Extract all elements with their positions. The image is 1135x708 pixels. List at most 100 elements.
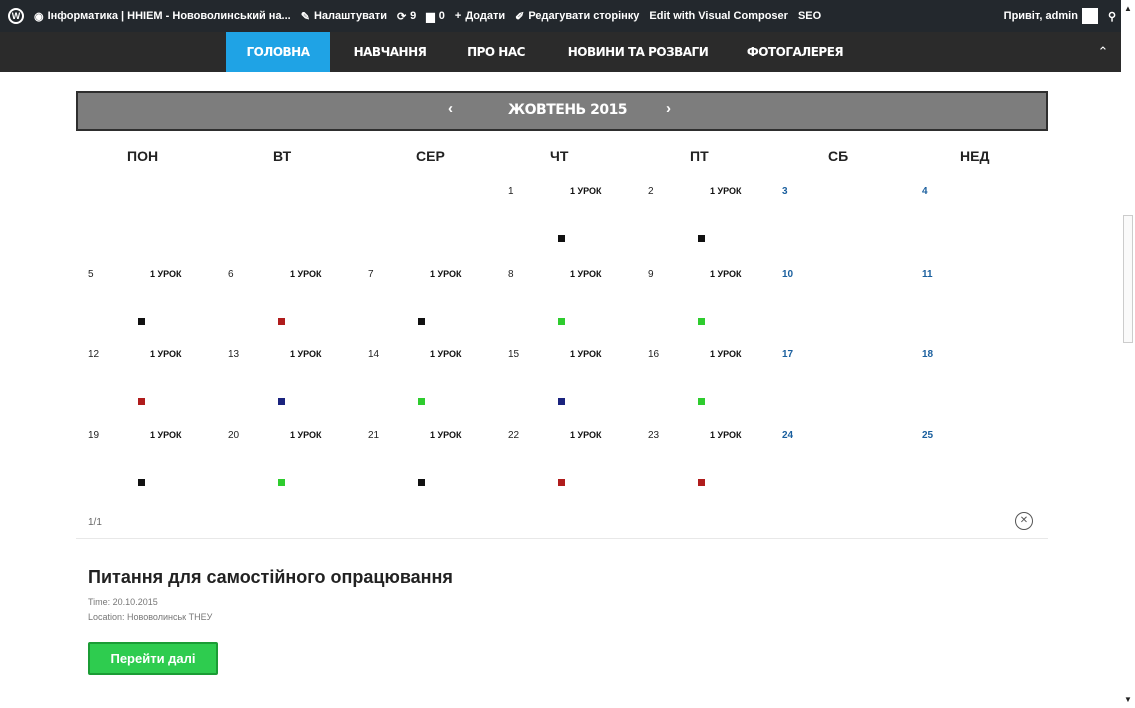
calendar-day-8[interactable]: 8 (508, 269, 514, 280)
updates-count: 9 (410, 10, 417, 22)
nav-item-about[interactable]: ПРО НАС (456, 32, 536, 72)
lesson-label[interactable]: 1 УРОК (570, 349, 601, 359)
event-marker-red[interactable] (278, 318, 285, 325)
calendar-day-6[interactable]: 6 (228, 269, 234, 280)
lesson-label[interactable]: 1 УРОК (290, 269, 321, 279)
updates-link[interactable]: ⟳ 9 (392, 0, 421, 32)
scrollbar-thumb[interactable] (1123, 215, 1133, 343)
calendar-day-17[interactable]: 17 (782, 349, 793, 360)
lesson-label[interactable]: 1 УРОК (290, 430, 321, 440)
lesson-label[interactable]: 1 УРОК (710, 349, 741, 359)
calendar-day-10[interactable]: 10 (782, 269, 793, 280)
lesson-label[interactable]: 1 УРОК (570, 430, 601, 440)
calendar-day-16[interactable]: 16 (648, 349, 659, 360)
calendar-day-2[interactable]: 2 (648, 186, 654, 197)
weekday-sun: НЕД (960, 148, 990, 164)
event-marker-black[interactable] (558, 235, 565, 242)
calendar-day-9[interactable]: 9 (648, 269, 654, 280)
chevron-up-icon[interactable]: ⌃ (1095, 44, 1111, 60)
lesson-label[interactable]: 1 УРОК (430, 430, 461, 440)
site-name-menu[interactable]: ◉ Інформатика | ННІЕМ - Нововолинський на… (29, 0, 296, 32)
calendar-day-24[interactable]: 24 (782, 430, 793, 441)
lesson-label[interactable]: 1 УРОК (570, 186, 601, 196)
calendar-day-23[interactable]: 23 (648, 430, 659, 441)
event-marker-black[interactable] (418, 479, 425, 486)
search-button[interactable]: ⚲ (1103, 0, 1121, 32)
event-marker-black[interactable] (138, 479, 145, 486)
calendar-day-13[interactable]: 13 (228, 349, 239, 360)
scroll-down-icon[interactable]: ▼ (1124, 695, 1132, 704)
avatar (1081, 8, 1098, 24)
updates-icon: ⟳ (396, 10, 407, 23)
comments-count: 0 (438, 10, 445, 22)
comment-icon: ▆ (426, 10, 435, 23)
calendar-day-20[interactable]: 20 (228, 430, 239, 441)
wordpress-logo-menu[interactable]: W (0, 0, 29, 32)
calendar-day-15[interactable]: 15 (508, 349, 519, 360)
customize-link[interactable]: ✎ Налаштувати (296, 0, 392, 32)
visual-composer-link[interactable]: Edit with Visual Composer (644, 0, 793, 32)
nav-item-news[interactable]: НОВИНИ ТА РОЗВАГИ (566, 32, 710, 72)
calendar-day-5[interactable]: 5 (88, 269, 94, 280)
weekday-mon: ПОН (127, 148, 159, 164)
calendar-day-18[interactable]: 18 (922, 349, 933, 360)
event-location: Location: Нововолинськ ТНЕУ (88, 612, 213, 622)
event-marker-red[interactable] (698, 479, 705, 486)
lesson-label[interactable]: 1 УРОК (150, 269, 181, 279)
visual-composer-label: Edit with Visual Composer (649, 10, 788, 22)
close-icon[interactable]: ✕ (1015, 512, 1033, 530)
calendar-day-21[interactable]: 21 (368, 430, 379, 441)
lesson-label[interactable]: 1 УРОК (430, 349, 461, 359)
lesson-label[interactable]: 1 УРОК (290, 349, 321, 359)
calendar-day-12[interactable]: 12 (88, 349, 99, 360)
page-indicator: 1/1 (88, 517, 102, 528)
customize-label: Налаштувати (313, 10, 387, 22)
event-marker-blue[interactable] (278, 398, 285, 405)
edit-page-link[interactable]: ✐ Редагувати сторінку (510, 0, 644, 32)
calendar-day-7[interactable]: 7 (368, 269, 374, 280)
page-scrollbar[interactable]: ▲ ▼ (1121, 0, 1135, 708)
event-marker-red[interactable] (558, 479, 565, 486)
calendar-day-1[interactable]: 1 (508, 186, 514, 197)
dashboard-icon: ◉ (34, 10, 44, 23)
calendar-day-4[interactable]: 4 (922, 186, 928, 197)
event-marker-green[interactable] (418, 398, 425, 405)
nav-item-gallery[interactable]: ФОТОГАЛЕРЕЯ (740, 32, 850, 72)
nav-item-home[interactable]: ГОЛОВНА (226, 32, 330, 72)
event-marker-green[interactable] (698, 398, 705, 405)
comments-link[interactable]: ▆ 0 (421, 0, 450, 32)
event-marker-green[interactable] (558, 318, 565, 325)
event-marker-blue[interactable] (558, 398, 565, 405)
read-more-button[interactable]: Перейти далі (88, 642, 218, 675)
event-marker-black[interactable] (418, 318, 425, 325)
lesson-label[interactable]: 1 УРОК (710, 269, 741, 279)
event-marker-black[interactable] (138, 318, 145, 325)
calendar-day-19[interactable]: 19 (88, 430, 99, 441)
month-title: ЖОВТЕНЬ 2015 (508, 102, 628, 118)
add-new-menu[interactable]: + Додати (450, 0, 510, 32)
lesson-label[interactable]: 1 УРОК (710, 186, 741, 196)
event-marker-green[interactable] (278, 479, 285, 486)
account-menu[interactable]: Привіт, admin (999, 0, 1103, 32)
event-marker-green[interactable] (698, 318, 705, 325)
chevron-right-icon[interactable]: › (666, 100, 671, 117)
event-marker-red[interactable] (138, 398, 145, 405)
lesson-label[interactable]: 1 УРОК (430, 269, 461, 279)
lesson-label[interactable]: 1 УРОК (150, 349, 181, 359)
calendar-day-25[interactable]: 25 (922, 430, 933, 441)
event-marker-black[interactable] (698, 235, 705, 242)
calendar-day-11[interactable]: 11 (922, 269, 933, 280)
plus-icon: + (454, 10, 462, 22)
calendar-day-3[interactable]: 3 (782, 186, 788, 197)
lesson-label[interactable]: 1 УРОК (570, 269, 601, 279)
seo-label: SEO (797, 10, 822, 22)
calendar-day-22[interactable]: 22 (508, 430, 519, 441)
lesson-label[interactable]: 1 УРОК (710, 430, 741, 440)
nav-item-study[interactable]: НАВЧАННЯ (340, 32, 440, 72)
chevron-left-icon[interactable]: ‹ (448, 100, 453, 117)
scroll-up-icon[interactable]: ▲ (1124, 4, 1132, 13)
lesson-label[interactable]: 1 УРОК (150, 430, 181, 440)
calendar-day-14[interactable]: 14 (368, 349, 379, 360)
seo-menu[interactable]: SEO (793, 0, 826, 32)
weekday-wed: СЕР (416, 148, 445, 164)
